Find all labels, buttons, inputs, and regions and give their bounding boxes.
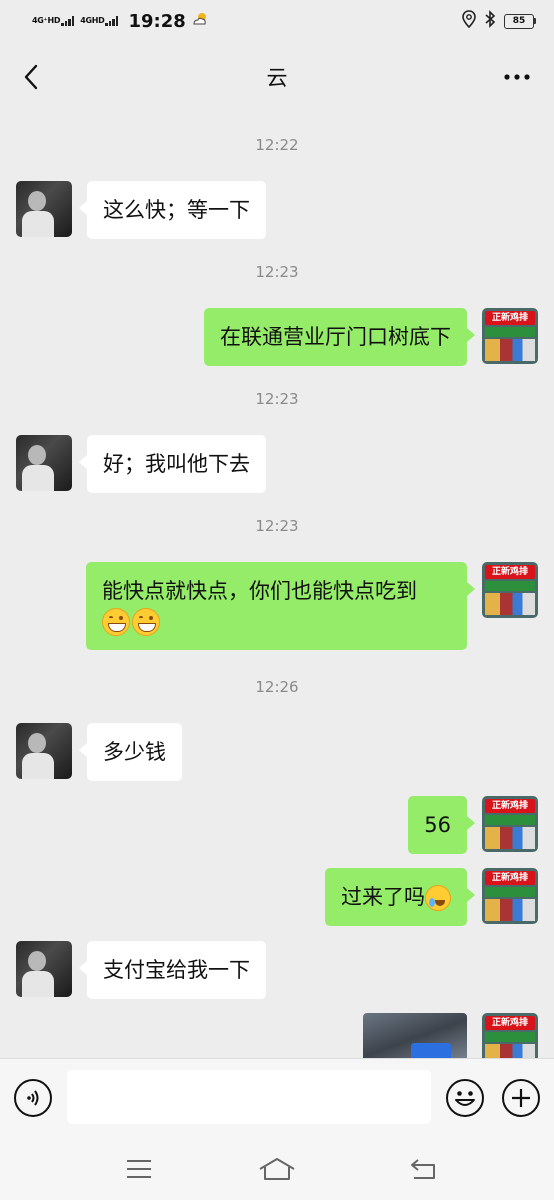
- plus-icon: [512, 1089, 530, 1107]
- voice-icon: [27, 1090, 39, 1106]
- sent-image[interactable]: [363, 1013, 467, 1058]
- emoji-button[interactable]: [446, 1079, 484, 1117]
- return-icon: [411, 1159, 435, 1179]
- timestamp: 12:23: [255, 517, 299, 535]
- message-text: 支付宝给我一下: [103, 958, 250, 982]
- signal-2: 4GHD: [80, 16, 119, 26]
- timestamp: 12:22: [255, 136, 299, 154]
- message-text: 在联通营业厅门口树底下: [220, 325, 451, 349]
- grin-emoji-icon: [102, 608, 130, 636]
- message-list[interactable]: 12:22 这么快；等一下 12:23 正新鸡排 在联通营业厅门口树底下 12:…: [0, 112, 554, 1058]
- smiley-icon: [455, 1091, 475, 1106]
- timestamp: 12:23: [255, 390, 299, 408]
- avatar-sign-text: 正新鸡排: [485, 871, 535, 885]
- signal-bars-icon: [105, 16, 119, 26]
- received-message[interactable]: 多少钱: [79, 723, 182, 781]
- battery-icon: 85: [504, 13, 536, 29]
- chevron-left-icon: [24, 64, 38, 90]
- timestamp: 12:26: [255, 678, 299, 696]
- sent-message[interactable]: 在联通营业厅门口树底下: [204, 308, 475, 366]
- sent-message[interactable]: 56: [408, 796, 475, 854]
- more-functions-button[interactable]: [502, 1079, 540, 1117]
- contact-avatar[interactable]: [16, 941, 72, 997]
- sent-message[interactable]: 能快点就快点，你们也能快点吃到: [86, 562, 475, 650]
- sent-message[interactable]: 过来了吗: [325, 868, 475, 926]
- my-avatar[interactable]: 正新鸡排: [482, 562, 538, 618]
- signal-bars-icon: [61, 16, 75, 26]
- my-avatar[interactable]: 正新鸡排: [482, 1013, 538, 1058]
- status-bar: 4G⁺HD 4GHD 19:28 85: [0, 0, 554, 42]
- input-bar: [0, 1058, 554, 1138]
- back-button[interactable]: [16, 62, 46, 92]
- received-message[interactable]: 支付宝给我一下: [79, 941, 266, 999]
- location-icon: [462, 10, 476, 32]
- status-time: 19:28: [128, 10, 186, 32]
- avatar-sign-text: 正新鸡排: [485, 311, 535, 325]
- menu-icon: [127, 1160, 151, 1178]
- message-input[interactable]: [67, 1070, 431, 1124]
- received-message[interactable]: 这么快；等一下: [79, 181, 266, 239]
- laugh-cry-emoji-icon: [425, 885, 451, 911]
- avatar-sign-text: 正新鸡排: [485, 799, 535, 813]
- grin-emoji-icon: [132, 608, 160, 636]
- avatar-sign-text: 正新鸡排: [485, 565, 535, 579]
- home-icon: [259, 1158, 295, 1180]
- chat-screen: 4G⁺HD 4GHD 19:28 85 云 12:22 这么快；等一下 12:2…: [0, 0, 554, 1200]
- signal-1: 4G⁺HD: [32, 16, 75, 26]
- back-nav-button[interactable]: [403, 1152, 443, 1186]
- timestamp: 12:23: [255, 263, 299, 281]
- weather-icon: [192, 12, 208, 30]
- message-text: 好；我叫他下去: [103, 452, 250, 476]
- my-avatar[interactable]: 正新鸡排: [482, 868, 538, 924]
- message-text: 56: [424, 813, 451, 837]
- more-dots-icon: [504, 74, 530, 80]
- contact-avatar[interactable]: [16, 723, 72, 779]
- my-avatar[interactable]: 正新鸡排: [482, 308, 538, 364]
- network-type-1: 4G⁺HD: [32, 16, 61, 25]
- message-text: 多少钱: [103, 740, 166, 764]
- received-message[interactable]: 好；我叫他下去: [79, 435, 266, 493]
- my-avatar[interactable]: 正新鸡排: [482, 796, 538, 852]
- contact-avatar[interactable]: [16, 435, 72, 491]
- page-title: 云: [266, 66, 288, 90]
- battery-level: 85: [504, 13, 534, 29]
- menu-button[interactable]: [119, 1152, 159, 1186]
- more-button[interactable]: [502, 64, 532, 90]
- avatar-sign-text: 正新鸡排: [485, 1016, 535, 1030]
- contact-avatar[interactable]: [16, 181, 72, 237]
- message-text: 这么快；等一下: [103, 198, 250, 222]
- home-button[interactable]: [257, 1152, 297, 1186]
- status-right: 85: [462, 10, 536, 32]
- network-type-2: 4GHD: [80, 16, 105, 25]
- bluetooth-icon: [484, 10, 496, 32]
- message-text: 过来了吗: [341, 885, 425, 909]
- message-text: 能快点就快点，你们也能快点吃到: [102, 579, 417, 603]
- voice-button[interactable]: [14, 1079, 52, 1117]
- system-nav-bar: [0, 1138, 554, 1200]
- nav-bar: 云: [0, 42, 554, 112]
